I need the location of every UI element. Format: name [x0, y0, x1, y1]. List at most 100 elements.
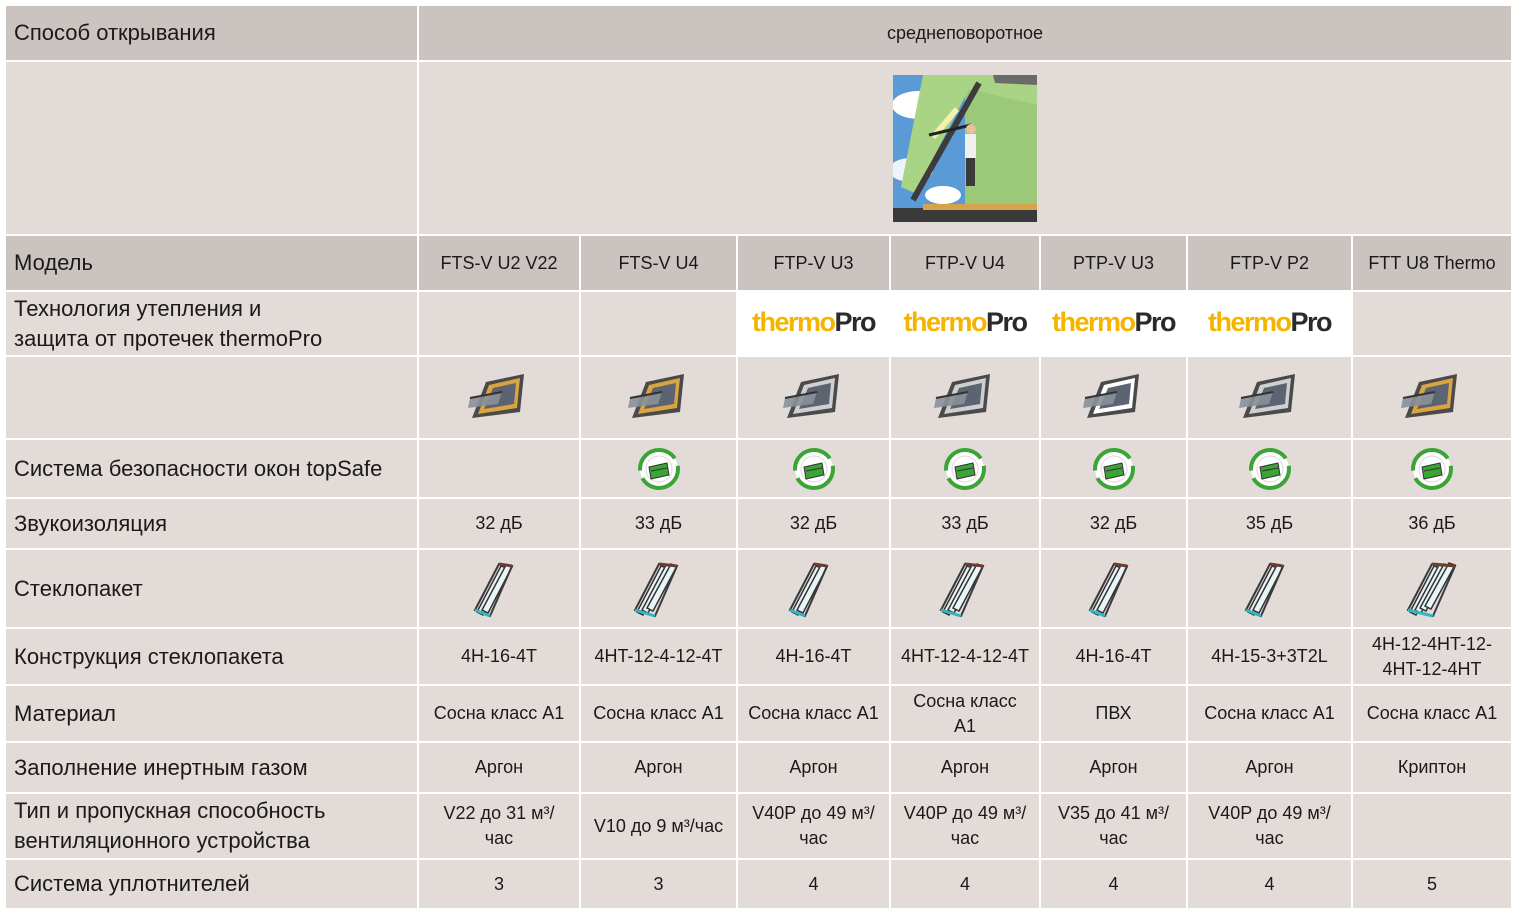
- glazing-cell: [736, 548, 891, 629]
- seal-value: 3: [417, 858, 581, 910]
- topsafe-badge-icon: [637, 447, 680, 490]
- row-model: Модель FTS-V U2 V22 FTS-V U4 FTP-V U3 FT…: [4, 234, 1513, 292]
- window-image-cell: [417, 355, 581, 440]
- window-image-cell: [1350, 355, 1513, 440]
- glazing-cell: [417, 548, 581, 629]
- topsafe-badge-icon: [792, 447, 835, 490]
- row-sound: Звукоизоляция 32 дБ 33 дБ 32 дБ 33 дБ 32…: [4, 497, 1513, 550]
- sound-value: 32 дБ: [1039, 497, 1188, 550]
- roof-window-icon: [782, 373, 839, 418]
- thermopro-logo: thermoPro: [751, 306, 877, 337]
- construction-value: 4H-15-3+3T2L: [1186, 627, 1353, 686]
- window-image-cell: [1039, 355, 1188, 440]
- seal-value: 4: [736, 858, 891, 910]
- glazing-unit-icon: [939, 562, 985, 617]
- row-opening: Способ открывания среднеповоротное: [4, 4, 1513, 62]
- glazing-unit-icon: [788, 562, 828, 617]
- vent-value: V22 до 31 м³/час: [417, 792, 581, 860]
- construction-value: 4HT-12-4-12-4T: [579, 627, 738, 686]
- topsafe-badge-icon: [1092, 447, 1135, 490]
- gas-value: Аргон: [1039, 741, 1188, 794]
- construction-value: 4H-16-4T: [417, 627, 581, 686]
- window-image-cell: [889, 355, 1041, 440]
- material-value: Сосна класс А1: [1350, 684, 1513, 743]
- row-illustration: [4, 60, 1513, 236]
- topsafe-badge-icon: [1411, 447, 1453, 490]
- row-gas: Заполнение инертным газом Аргон Аргон Ар…: [4, 741, 1513, 794]
- topsafe-cell: [889, 438, 1041, 499]
- row-label: Заполнение инертным газом: [4, 741, 419, 794]
- gas-value: Аргон: [889, 741, 1041, 794]
- row-window-images: [4, 355, 1513, 440]
- construction-value: 4HT-12-4-12-4T: [889, 627, 1041, 686]
- seal-value: 4: [1039, 858, 1188, 910]
- seal-value: 4: [1186, 858, 1353, 910]
- model-name: FTS-V U4: [579, 234, 738, 292]
- sound-value: 35 дБ: [1186, 497, 1353, 550]
- material-value: Сосна класс А1: [1186, 684, 1353, 743]
- gas-value: Аргон: [579, 741, 738, 794]
- gas-value: Аргон: [417, 741, 581, 794]
- gas-value: Аргон: [736, 741, 891, 794]
- row-glazing: Стеклопакет: [4, 548, 1513, 629]
- sound-value: 33 дБ: [579, 497, 738, 550]
- roof-window-icon: [1082, 373, 1139, 418]
- vent-value: V40P до 49 м³/час: [889, 792, 1041, 860]
- row-label: Тип и пропускная способность вентиляцион…: [4, 792, 419, 860]
- window-image-cell: [579, 355, 738, 440]
- construction-value: 4H-16-4T: [1039, 627, 1188, 686]
- window-image-cell: [736, 355, 891, 440]
- vent-value: V35 до 41 м³/час: [1039, 792, 1188, 860]
- vent-value: V10 до 9 м³/час: [579, 792, 738, 860]
- construction-value: 4H-16-4T: [736, 627, 891, 686]
- pivot-window-room-illustration: [893, 74, 1037, 222]
- comparison-table: Способ открывания среднеповоротное Модел…: [4, 4, 1513, 910]
- model-name: FTP-V U4: [889, 234, 1041, 292]
- glazing-unit-icon: [1406, 561, 1457, 617]
- row-material: Материал Сосна класс А1 Сосна класс А1 С…: [4, 684, 1513, 743]
- thermopro-logo: thermoPro: [1207, 306, 1333, 337]
- vent-value: [1350, 792, 1513, 860]
- thermopro-cell: thermoPro: [1186, 290, 1353, 357]
- glazing-cell: [579, 548, 738, 629]
- material-value: Сосна класс А1: [579, 684, 738, 743]
- glazing-cell: [1350, 548, 1513, 629]
- model-name: PTP-V U3: [1039, 234, 1188, 292]
- topsafe-cell: [1039, 438, 1188, 499]
- row-label: Способ открывания: [4, 4, 419, 62]
- thermopro-cell: thermoPro: [889, 290, 1041, 357]
- material-value: Сосна класс А1: [889, 684, 1041, 743]
- material-value: ПВХ: [1039, 684, 1188, 743]
- row-seals: Система уплотнителей 3 3 4 4 4 4 5: [4, 858, 1513, 910]
- sound-value: 32 дБ: [417, 497, 581, 550]
- model-name: FTP-V U3: [736, 234, 891, 292]
- material-value: Сосна класс А1: [417, 684, 581, 743]
- opening-value: среднеповоротное: [416, 4, 1513, 62]
- row-label: Технология утепления и защита от протече…: [4, 290, 419, 357]
- construction-value: 4H-12-4HT-12-4HT-12-4HT: [1350, 627, 1513, 686]
- glazing-cell: [1039, 548, 1188, 629]
- glazing-cell: [1186, 548, 1353, 629]
- thermopro-cell: [417, 290, 581, 357]
- seal-value: 3: [579, 858, 738, 910]
- row-label: Система безопасности окон topSafe: [4, 438, 419, 499]
- row-thermopro: Технология утепления и защита от протече…: [4, 290, 1513, 357]
- row-topsafe: Система безопасности окон topSafe: [4, 438, 1513, 499]
- model-name: FTP-V P2: [1186, 234, 1353, 292]
- seal-value: 5: [1350, 858, 1513, 910]
- glazing-cell: [889, 548, 1041, 629]
- row-ventilation: Тип и пропускная способность вентиляцион…: [4, 792, 1513, 860]
- thermopro-cell: thermoPro: [736, 290, 891, 357]
- sound-value: 32 дБ: [736, 497, 891, 550]
- thermopro-cell: [1350, 290, 1513, 357]
- thermopro-cell: thermoPro: [1039, 290, 1188, 357]
- glazing-unit-icon: [633, 562, 678, 617]
- topsafe-cell: [1186, 438, 1353, 499]
- row-label: Модель: [4, 234, 419, 292]
- window-image-cell: [1186, 355, 1353, 440]
- roof-window-icon: [934, 373, 990, 418]
- topsafe-badge-icon: [944, 447, 986, 490]
- glazing-unit-icon: [473, 562, 514, 617]
- topsafe-badge-icon: [1248, 447, 1291, 490]
- row-label: Звукоизоляция: [4, 497, 419, 550]
